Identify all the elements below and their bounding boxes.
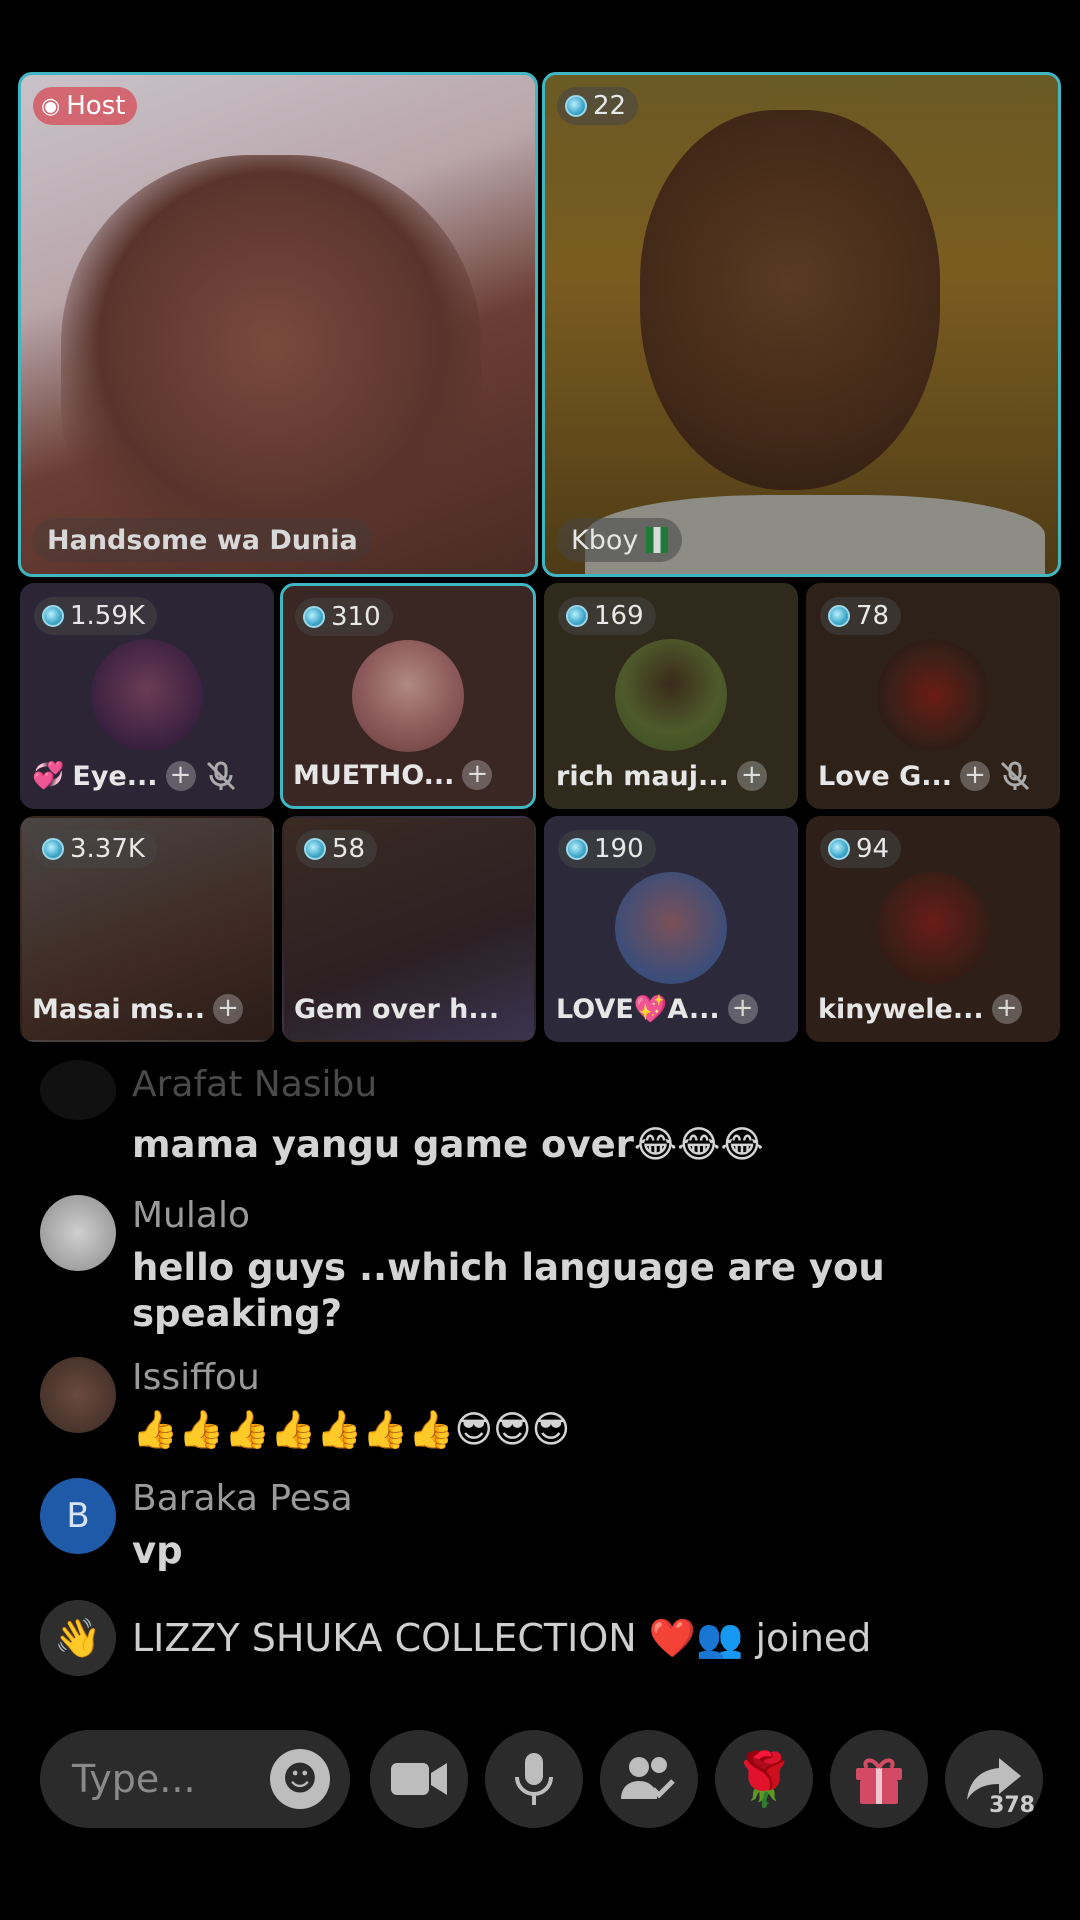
avatar bbox=[40, 1195, 116, 1271]
diamond-icon bbox=[828, 838, 850, 860]
diamond-icon bbox=[566, 605, 588, 627]
video-button[interactable] bbox=[370, 1730, 468, 1828]
chat-message: Issiffou 👍👍👍👍👍👍👍😎😎😎 bbox=[40, 1357, 1040, 1467]
flag-icon bbox=[646, 527, 669, 553]
avatar bbox=[352, 640, 464, 752]
follow-button[interactable]: + bbox=[213, 994, 244, 1024]
guest-face bbox=[640, 110, 940, 490]
emoji-icon[interactable]: ☻ bbox=[270, 1749, 330, 1809]
guest-name: Love G... bbox=[818, 760, 952, 792]
host-video-tile[interactable]: ◉ Host Handsome wa Dunia bbox=[18, 72, 538, 577]
guest-tile-8[interactable]: 94 kinywele... + bbox=[806, 816, 1060, 1042]
guest-tile-4[interactable]: 78 Love G... + bbox=[806, 583, 1060, 809]
diamond-icon bbox=[42, 605, 64, 627]
video-camera-icon bbox=[391, 1763, 447, 1795]
rose-icon: 🌹 bbox=[731, 1749, 797, 1810]
count-badge: 169 bbox=[558, 597, 656, 635]
guest-tile-7[interactable]: 190 LOVE💖A... + bbox=[544, 816, 798, 1042]
guest-name: kinywele... bbox=[818, 993, 984, 1025]
mic-button[interactable] bbox=[485, 1730, 583, 1828]
comment-input[interactable]: Type... ☻ bbox=[40, 1730, 350, 1828]
count-badge: 3.37K bbox=[34, 830, 157, 868]
join-notice: 👋 LIZZY SHUKA COLLECTION ❤️👥 joined bbox=[40, 1600, 1040, 1680]
wave-icon: 👋 bbox=[40, 1600, 116, 1676]
share-button[interactable]: 378 bbox=[945, 1730, 1043, 1828]
count-badge: 190 bbox=[558, 830, 656, 868]
share-count: 378 bbox=[989, 1793, 1035, 1818]
gift-button[interactable] bbox=[830, 1730, 928, 1828]
chat-username: Mulalo bbox=[132, 1195, 250, 1236]
host-face bbox=[61, 155, 481, 574]
guest-name: Eye... bbox=[72, 760, 158, 792]
guest-tile-6[interactable]: 58 Gem over h... bbox=[282, 816, 536, 1042]
guest-name: rich mauj... bbox=[556, 760, 729, 792]
guest-name: Kboy bbox=[557, 518, 683, 562]
guest-tile-1[interactable]: 1.59K 💞 Eye... + bbox=[20, 583, 274, 809]
gift-icon bbox=[856, 1758, 902, 1804]
follow-button[interactable]: + bbox=[991, 994, 1022, 1024]
count-badge: 58 bbox=[296, 830, 378, 868]
chat-message: Arafat Nasibu mama yangu game over😂😂😂 bbox=[40, 1060, 1040, 1166]
host-badge: ◉ Host bbox=[33, 87, 138, 125]
chat-username: Issiffou bbox=[132, 1357, 260, 1398]
avatar bbox=[615, 639, 727, 751]
chat-username: Baraka Pesa bbox=[132, 1478, 353, 1519]
chat-username: Arafat Nasibu bbox=[132, 1064, 378, 1105]
heart-icon: 💞 bbox=[32, 761, 65, 791]
diamond-icon bbox=[828, 605, 850, 627]
chat-text: hello guys ..which language are you spea… bbox=[132, 1246, 885, 1335]
guest-name: Gem over h... bbox=[294, 993, 500, 1025]
mic-muted-icon bbox=[206, 761, 235, 791]
guests-icon bbox=[621, 1757, 675, 1799]
chat-message: B Baraka Pesa vp bbox=[40, 1478, 1040, 1578]
diamond-icon bbox=[565, 95, 587, 117]
join-text: LIZZY SHUKA COLLECTION ❤️👥 joined bbox=[132, 1616, 872, 1660]
rose-gift-button[interactable]: 🌹 bbox=[715, 1730, 813, 1828]
avatar: B bbox=[40, 1478, 116, 1554]
follow-button[interactable]: + bbox=[462, 760, 493, 790]
count-badge: 94 bbox=[820, 830, 902, 868]
avatar bbox=[615, 872, 727, 984]
follow-button[interactable]: + bbox=[165, 761, 196, 791]
guests-button[interactable] bbox=[600, 1730, 698, 1828]
diamond-icon bbox=[303, 606, 325, 628]
diamond-icon bbox=[304, 838, 326, 860]
chat-text: mama yangu game over😂😂😂 bbox=[132, 1123, 764, 1166]
mic-muted-icon bbox=[1000, 761, 1030, 791]
count-badge: 78 bbox=[820, 597, 902, 635]
count-badge: 1.59K bbox=[34, 597, 157, 635]
guest-tile-2[interactable]: 310 MUETHO... + bbox=[280, 583, 536, 809]
chat-message: Mulalo hello guys ..which language are y… bbox=[40, 1195, 1040, 1345]
avatar bbox=[91, 639, 203, 751]
host-icon: ◉ bbox=[41, 93, 61, 119]
avatar bbox=[877, 639, 989, 751]
guest-tile-5[interactable]: 3.37K Masai ms... + bbox=[20, 816, 274, 1042]
avatar bbox=[40, 1357, 116, 1433]
guest-name: Masai ms... bbox=[32, 993, 206, 1025]
chat-text: vp bbox=[132, 1529, 183, 1572]
host-name: Handsome wa Dunia bbox=[33, 518, 372, 562]
guest-count-badge: 22 bbox=[557, 87, 639, 125]
guest-video-tile[interactable]: 22 Kboy bbox=[542, 72, 1061, 577]
guest-tile-3[interactable]: 169 rich mauj... + bbox=[544, 583, 798, 809]
diamond-icon bbox=[42, 838, 64, 860]
avatar bbox=[877, 872, 989, 984]
diamond-icon bbox=[566, 838, 588, 860]
follow-button[interactable]: + bbox=[960, 761, 990, 791]
guest-name: MUETHO... bbox=[293, 759, 455, 791]
follow-button[interactable]: + bbox=[736, 761, 767, 791]
count-badge: 310 bbox=[295, 598, 393, 636]
comment-placeholder: Type... bbox=[72, 1757, 196, 1801]
follow-button[interactable]: + bbox=[727, 994, 758, 1024]
avatar bbox=[40, 1060, 116, 1120]
microphone-icon bbox=[515, 1753, 553, 1805]
guest-name: LOVE💖A... bbox=[556, 994, 720, 1025]
chat-text: 👍👍👍👍👍👍👍😎😎😎 bbox=[132, 1408, 571, 1451]
